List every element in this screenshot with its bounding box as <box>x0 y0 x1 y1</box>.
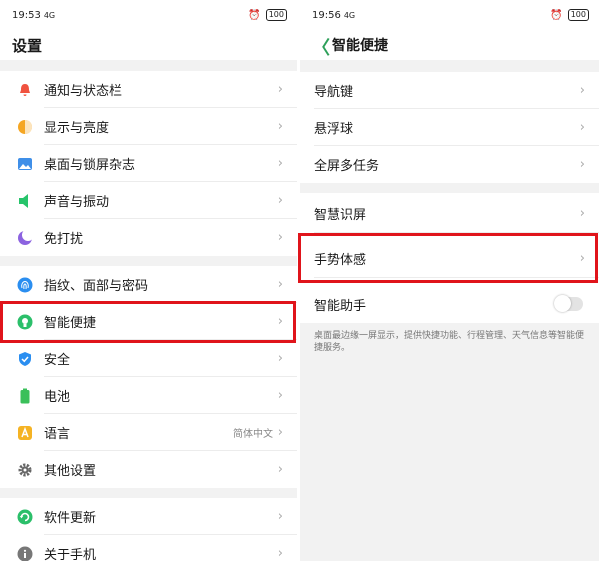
smart-group-1: 导航键 › 悬浮球 › 全屏多任务 › <box>300 72 599 183</box>
row-label: 安全 <box>44 353 71 368</box>
chevron-right-icon: › <box>277 546 283 561</box>
fingerprint-icon <box>17 277 33 293</box>
status-icons: ⏰ 100 <box>248 9 287 21</box>
row-wallpaper[interactable]: 桌面与锁屏杂志 › <box>0 145 297 182</box>
chevron-right-icon: › <box>277 230 283 245</box>
chevron-right-icon: › <box>277 462 283 477</box>
moon-icon <box>17 229 33 246</box>
row-sound[interactable]: 声音与振动 › <box>0 182 297 219</box>
smart-assistant-description: 桌面最边缘一屏显示，提供快捷功能、行程管理、天气信息等智能便捷服务。 <box>314 331 585 353</box>
language-icon <box>17 425 33 441</box>
battery-icon: 100 <box>265 9 287 21</box>
status-bar: 19:56 4G ⏰ 100 <box>300 0 599 30</box>
row-fingerprint[interactable]: 指纹、面部与密码 › <box>0 266 297 303</box>
chevron-right-icon: › <box>579 250 585 266</box>
status-bar: 19:53 4G ⏰ 100 <box>0 0 297 30</box>
alarm-icon: ⏰ <box>550 9 563 21</box>
row-label: 关于手机 <box>44 548 97 561</box>
row-label: 电池 <box>44 390 71 405</box>
row-smart-assist[interactable]: 智能便捷 › <box>0 303 297 340</box>
chevron-right-icon: › <box>277 82 283 97</box>
network-indicator: 4G <box>343 11 356 20</box>
info-icon <box>17 546 33 561</box>
update-icon <box>17 509 33 525</box>
row-label: 通知与状态栏 <box>44 84 123 99</box>
row-security[interactable]: 安全 › <box>0 340 297 377</box>
row-smart-assistant[interactable]: 智能助手 <box>300 285 599 323</box>
back-arrow-icon[interactable]: 〈 <box>312 34 330 60</box>
status-icons: ⏰ 100 <box>550 9 589 21</box>
smart-assist-icon <box>17 314 33 330</box>
row-label: 智能便捷 <box>44 316 97 331</box>
row-label: 其他设置 <box>44 464 97 479</box>
row-do-not-disturb[interactable]: 免打扰 › <box>0 219 297 256</box>
row-fullscreen-multitask[interactable]: 全屏多任务 › <box>300 146 599 183</box>
chevron-right-icon: › <box>579 157 585 172</box>
language-value: 简体中文 <box>233 429 273 440</box>
status-time: 19:53 4G <box>12 10 56 21</box>
row-gesture-motion[interactable]: 手势体感 › <box>300 238 599 278</box>
row-label: 免打扰 <box>44 232 84 247</box>
row-floating-ball[interactable]: 悬浮球 › <box>300 109 599 146</box>
row-label: 语言 <box>44 427 71 442</box>
row-other-settings[interactable]: 其他设置 › <box>0 451 297 488</box>
row-battery[interactable]: 电池 › <box>0 377 297 414</box>
alarm-icon: ⏰ <box>248 9 261 21</box>
smart-group-2: 智慧识屏 › 手势体感 › 智能助手 <box>300 193 599 323</box>
title-bar: 设置 <box>0 30 297 60</box>
chevron-right-icon: › <box>277 277 283 292</box>
settings-group-3: 软件更新 › 关于手机 › <box>0 498 297 561</box>
row-label: 悬浮球 <box>314 122 354 137</box>
row-notifications[interactable]: 通知与状态栏 › <box>0 71 297 108</box>
row-label: 手势体感 <box>314 252 367 268</box>
chevron-right-icon: › <box>277 388 283 403</box>
row-about-phone[interactable]: 关于手机 › <box>0 535 297 561</box>
battery-icon <box>17 388 33 404</box>
row-language[interactable]: 语言 简体中文 › <box>0 414 297 451</box>
row-display[interactable]: 显示与亮度 › <box>0 108 297 145</box>
row-label: 显示与亮度 <box>44 121 110 136</box>
row-label: 软件更新 <box>44 511 97 526</box>
status-time: 19:56 4G <box>312 10 356 21</box>
chevron-right-icon: › <box>277 314 283 329</box>
brightness-icon <box>17 119 33 135</box>
settings-group-1: 通知与状态栏 › 显示与亮度 › 桌面与锁屏杂志 › 声音与振动 › 免打扰 › <box>0 71 297 256</box>
network-indicator: 4G <box>43 11 56 20</box>
row-label: 全屏多任务 <box>314 159 380 174</box>
battery-icon: 100 <box>567 9 589 21</box>
bell-icon <box>17 82 33 98</box>
speaker-icon <box>17 193 33 209</box>
settings-screen: 19:53 4G ⏰ 100 设置 通知与状态栏 › 显示与亮度 › 桌面与锁屏杂… <box>0 0 297 561</box>
row-label: 智慧识屏 <box>314 207 367 223</box>
title-bar: 〈 智能便捷 <box>300 30 599 60</box>
gear-icon <box>17 462 33 478</box>
chevron-right-icon: › <box>579 120 585 135</box>
chevron-right-icon: › <box>277 425 283 440</box>
page-title: 设置 <box>12 37 43 55</box>
chevron-right-icon: › <box>277 509 283 524</box>
settings-group-2: 指纹、面部与密码 › 智能便捷 › 安全 › 电池 › 语言 简体中文 › 其他… <box>0 266 297 488</box>
chevron-right-icon: › <box>277 119 283 134</box>
chevron-right-icon: › <box>579 83 585 98</box>
chevron-right-icon: › <box>277 193 283 208</box>
row-label: 声音与振动 <box>44 195 110 210</box>
smart-assistant-toggle[interactable] <box>554 295 583 312</box>
row-software-update[interactable]: 软件更新 › <box>0 498 297 535</box>
chevron-right-icon: › <box>579 205 585 221</box>
row-smart-screen-recognition[interactable]: 智慧识屏 › <box>300 193 599 233</box>
page-title: 智能便捷 <box>332 38 388 54</box>
row-label: 导航键 <box>314 85 354 100</box>
shield-icon <box>17 351 33 367</box>
chevron-right-icon: › <box>277 156 283 171</box>
row-label: 智能助手 <box>314 298 367 314</box>
chevron-right-icon: › <box>277 351 283 366</box>
row-label: 桌面与锁屏杂志 <box>44 158 136 173</box>
smart-assist-screen: 19:56 4G ⏰ 100 〈 智能便捷 导航键 › 悬浮球 › 全屏多任务 ›… <box>300 0 599 561</box>
wallpaper-icon <box>17 156 33 172</box>
row-navigation-keys[interactable]: 导航键 › <box>300 72 599 109</box>
row-label: 指纹、面部与密码 <box>44 279 149 294</box>
